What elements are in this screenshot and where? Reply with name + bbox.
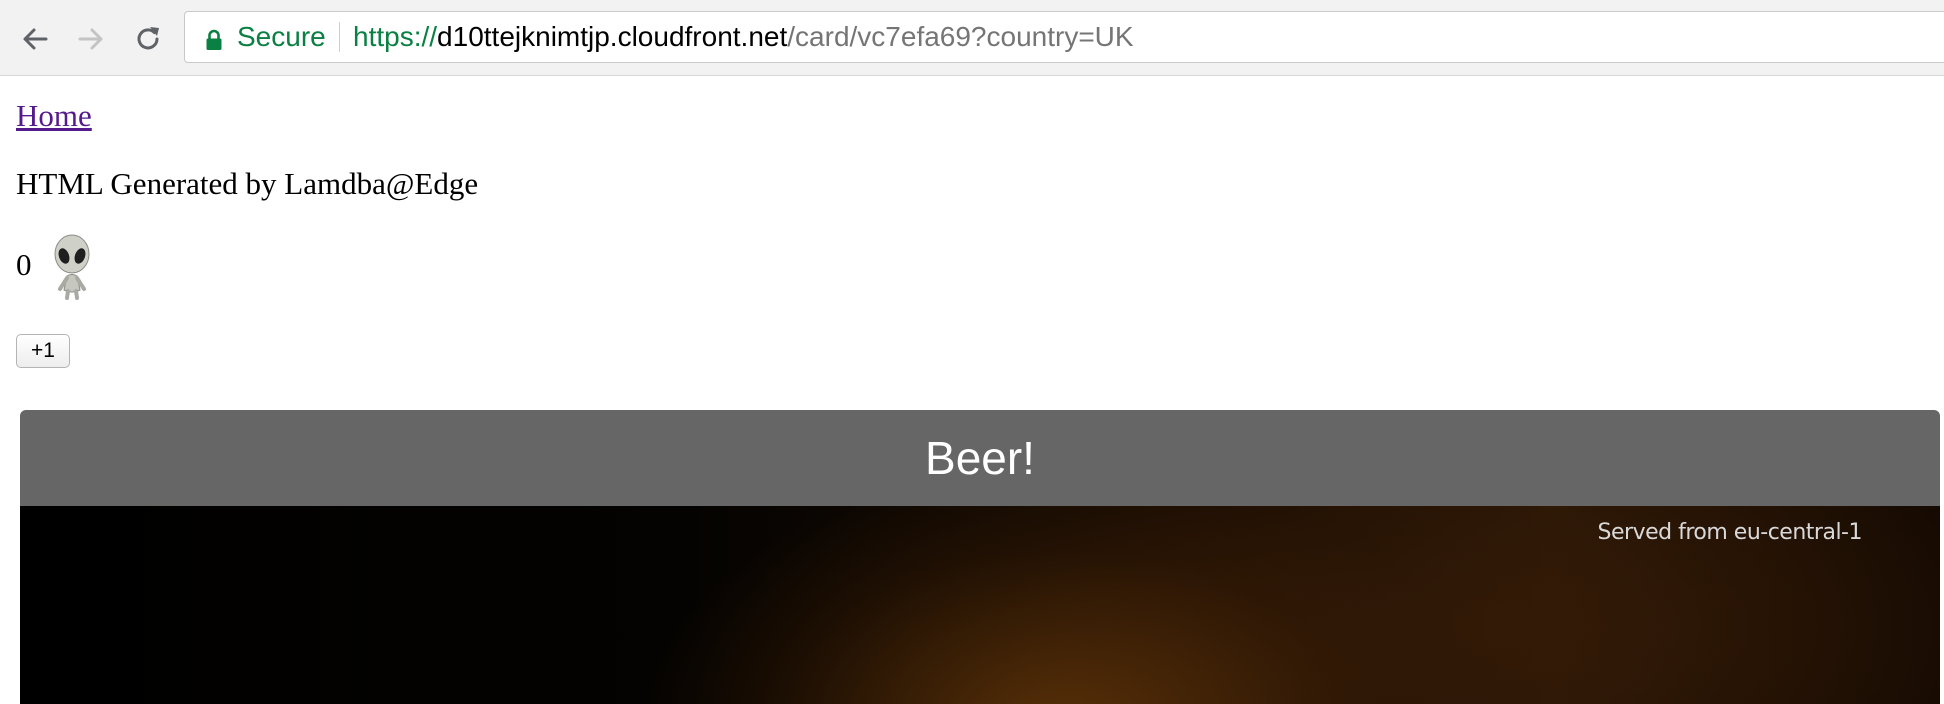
card-title: Beer!	[925, 432, 1035, 484]
back-arrow-icon	[23, 28, 48, 50]
beer-card: Beer! Served from eu-central-1	[20, 410, 1940, 704]
url-host: d10ttejknimtjp.cloudfront.net	[437, 21, 788, 52]
forward-button[interactable]	[71, 19, 111, 59]
secure-label: Secure	[237, 21, 326, 52]
omnibox-divider	[339, 22, 340, 52]
url-text[interactable]: https://d10ttejknimtjp.cloudfront.net/ca…	[353, 21, 1134, 53]
reload-button[interactable]	[128, 19, 168, 59]
back-button[interactable]	[15, 19, 55, 59]
page-heading: HTML Generated by Lamdba@Edge	[16, 166, 479, 201]
reload-icon	[137, 27, 159, 50]
card-header: Beer!	[20, 410, 1940, 506]
alien-icon	[50, 234, 94, 305]
home-link[interactable]: Home	[16, 98, 92, 134]
lock-icon	[205, 26, 223, 58]
plus-one-button[interactable]: +1	[16, 334, 70, 368]
url-scheme: https://	[353, 21, 438, 52]
forward-arrow-icon	[78, 28, 103, 50]
beer-image: Served from eu-central-1	[20, 506, 1940, 704]
vote-count: 0	[16, 247, 32, 282]
browser-toolbar: Secure https://d10ttejknimtjp.cloudfront…	[0, 0, 1944, 76]
url-path: /card/vc7efa69?country=UK	[787, 21, 1134, 52]
served-from-label: Served from eu-central-1	[1597, 520, 1863, 545]
address-bar[interactable]: Secure https://d10ttejknimtjp.cloudfront…	[184, 11, 1944, 63]
